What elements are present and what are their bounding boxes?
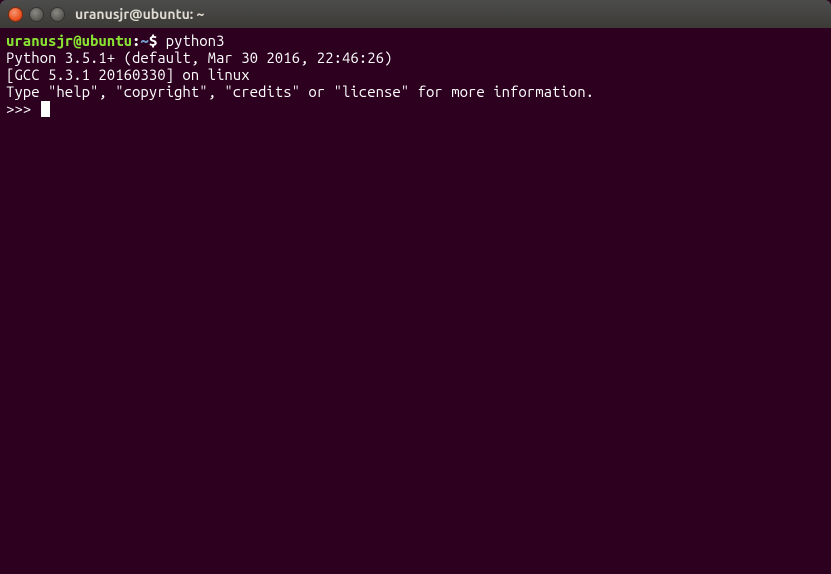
repl-prompt-line: >>> (6, 100, 825, 117)
terminal-content[interactable]: uranusjr@ubuntu:~$ python3Python 3.5.1+ … (0, 28, 831, 121)
cursor-icon (41, 101, 50, 117)
repl-prompt: >>> (6, 100, 40, 117)
prompt-line: uranusjr@ubuntu:~$ python3 (6, 32, 825, 49)
window-title: uranusjr@ubuntu: ~ (75, 6, 204, 22)
close-icon[interactable] (8, 7, 23, 22)
window-titlebar: uranusjr@ubuntu: ~ (0, 0, 831, 28)
maximize-icon[interactable] (50, 7, 65, 22)
prompt-path: ~ (140, 32, 148, 49)
command-text: python3 (166, 32, 225, 49)
output-line: Type "help", "copyright", "credits" or "… (6, 83, 825, 100)
output-line: [GCC 5.3.1 20160330] on linux (6, 66, 825, 83)
prompt-symbol: $ (149, 32, 157, 49)
window-controls (8, 7, 65, 22)
prompt-user-host: uranusjr@ubuntu (6, 32, 132, 49)
minimize-icon[interactable] (29, 7, 44, 22)
output-line: Python 3.5.1+ (default, Mar 30 2016, 22:… (6, 49, 825, 66)
